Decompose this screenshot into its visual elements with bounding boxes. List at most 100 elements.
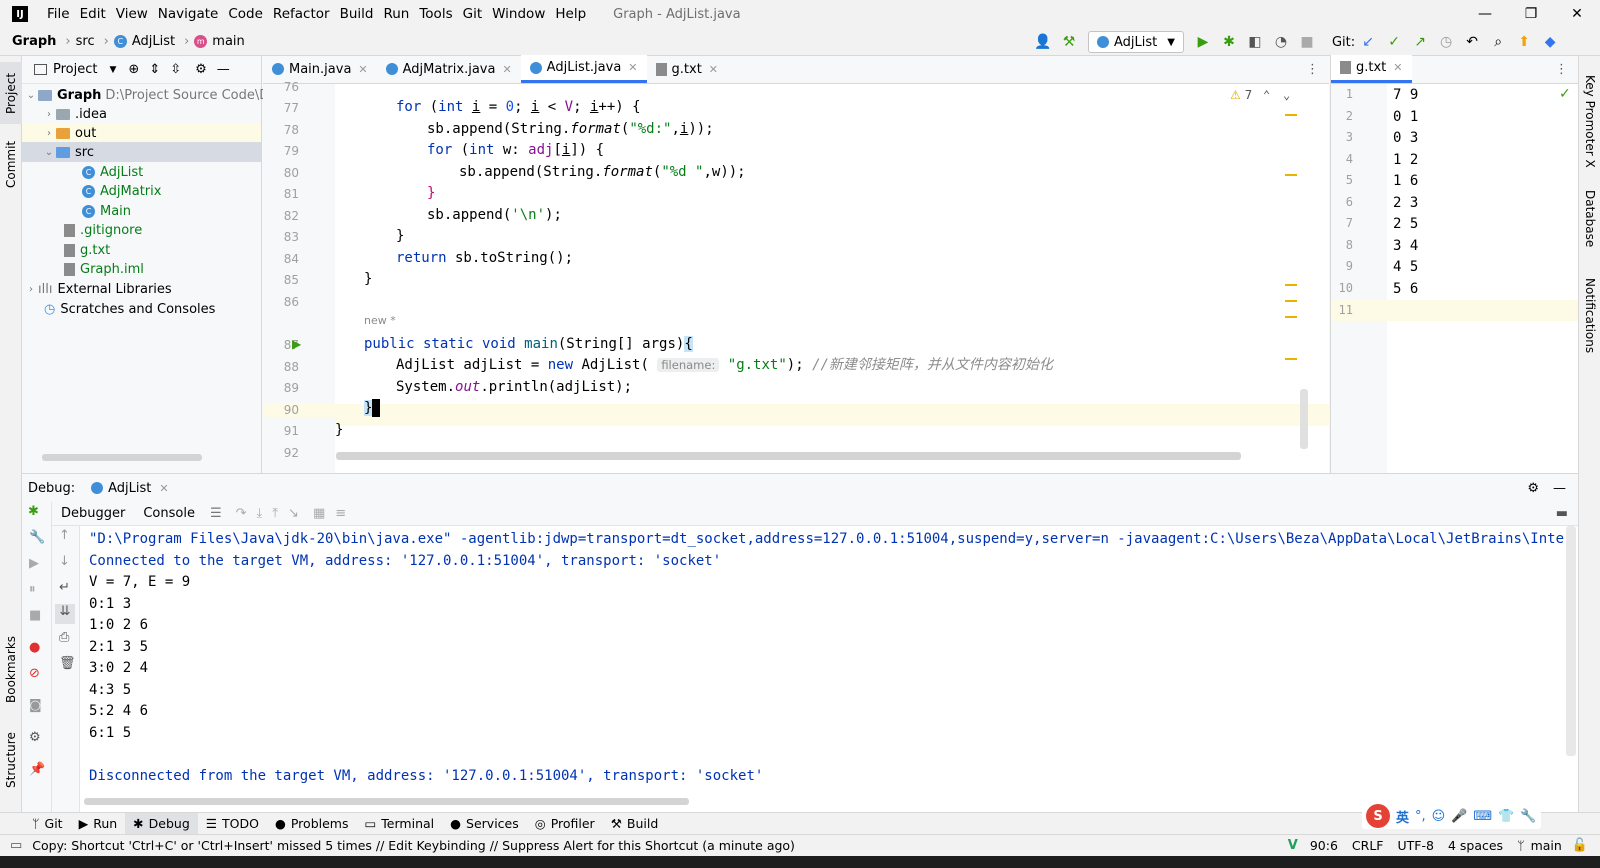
microphone-icon[interactable]: 🎤 xyxy=(1451,809,1467,824)
mute-breakpoints-icon[interactable]: ⊘ xyxy=(29,666,40,681)
indent-setting[interactable]: 4 spaces xyxy=(1448,838,1503,853)
ime-mode[interactable]: 英 xyxy=(1396,807,1409,826)
tree-item-gitignore[interactable]: .gitignore xyxy=(64,220,142,240)
menu-run[interactable]: Run xyxy=(378,6,414,22)
camera-icon[interactable]: ◙ xyxy=(29,698,42,713)
caret-position[interactable]: 90:6 xyxy=(1310,838,1338,853)
git-commit-icon[interactable]: ✓ xyxy=(1383,31,1405,53)
file-encoding[interactable]: UTF-8 xyxy=(1398,838,1434,853)
warning-icon[interactable]: ⚠ 7 xyxy=(1230,88,1252,102)
hide-icon[interactable]: — xyxy=(217,62,230,77)
services-tool-button[interactable]: ● Services xyxy=(442,813,527,835)
search-icon[interactable]: ⌕ xyxy=(1487,31,1509,53)
step-over-icon[interactable]: ↷ xyxy=(236,506,247,521)
close-icon[interactable]: ✕ xyxy=(1554,0,1600,28)
minimize-icon[interactable]: — xyxy=(1462,0,1508,28)
close-icon[interactable]: ✕ xyxy=(358,63,367,76)
close-icon[interactable]: ✕ xyxy=(159,482,168,495)
horizontal-scrollbar[interactable] xyxy=(336,452,1241,460)
more-icon[interactable]: ⋮ xyxy=(1306,62,1319,77)
collapse-all-icon[interactable]: ⇳ xyxy=(170,62,181,77)
arrow-down-icon[interactable]: ↓ xyxy=(59,554,70,569)
arrow-up-icon[interactable]: ↑ xyxy=(59,528,70,543)
more-icon[interactable]: ⋮ xyxy=(1555,62,1568,77)
git-tool-button[interactable]: ᛘ Git xyxy=(24,813,71,835)
tree-item-adjlist[interactable]: C AdjList xyxy=(82,162,143,182)
locate-icon[interactable]: ⊕ xyxy=(128,62,139,77)
trace-icon[interactable]: ≡ xyxy=(335,506,346,521)
tab-adjlist-java[interactable]: AdjList.java ✕ xyxy=(520,55,647,83)
warning-marker[interactable] xyxy=(1285,174,1297,176)
resume-icon[interactable]: ▶ xyxy=(29,556,39,571)
hammer-icon[interactable]: ⚒ xyxy=(1058,31,1080,53)
menu-navigate[interactable]: Navigate xyxy=(153,6,224,22)
maximize-icon[interactable]: ❐ xyxy=(1508,0,1554,28)
step-into-icon[interactable]: ⤓ xyxy=(257,506,263,521)
warning-marker[interactable] xyxy=(1285,300,1297,302)
terminal-tool-button[interactable]: ▭ Terminal xyxy=(356,813,442,835)
status-message[interactable]: Copy: Shortcut 'Ctrl+C' or 'Ctrl+Insert'… xyxy=(32,838,795,853)
update-icon[interactable]: ⬆ xyxy=(1513,31,1535,53)
run-to-cursor-icon[interactable]: ↘ xyxy=(288,506,299,521)
tree-item-graph-iml[interactable]: Graph.iml xyxy=(64,259,144,279)
vertical-scrollbar[interactable] xyxy=(1566,526,1576,756)
breadcrumb-adjlist[interactable]: AdjList xyxy=(132,34,175,49)
horizontal-scrollbar[interactable] xyxy=(84,798,689,805)
commit-tool-tab[interactable]: Commit xyxy=(0,134,22,194)
tab-debugger[interactable]: Debugger xyxy=(52,506,134,521)
stop-icon[interactable]: ■ xyxy=(1296,31,1318,53)
console-output[interactable]: "D:\Program Files\Java\jdk-20\bin\java.e… xyxy=(84,526,1564,806)
pause-icon[interactable]: ⏸ xyxy=(29,582,36,597)
debug-config-tab[interactable]: AdjList xyxy=(108,481,151,496)
pin-icon[interactable]: 📌 xyxy=(29,762,45,777)
run-icon[interactable]: ▶ xyxy=(1192,31,1214,53)
bookmarks-tool-tab[interactable]: Bookmarks xyxy=(0,624,22,714)
menu-help[interactable]: Help xyxy=(550,6,591,22)
build-tool-button[interactable]: ⚒ Build xyxy=(603,813,667,835)
menu-git[interactable]: Git xyxy=(458,6,488,22)
run-tool-button[interactable]: ▶ Run xyxy=(71,813,126,835)
horizontal-scrollbar[interactable] xyxy=(42,454,202,461)
vertical-scrollbar[interactable] xyxy=(1300,389,1308,449)
tree-item-idea[interactable]: › .idea xyxy=(42,104,107,124)
menu-view[interactable]: View xyxy=(111,6,153,22)
hide-icon[interactable]: — xyxy=(1553,481,1566,496)
settings-icon[interactable]: ⚙ xyxy=(195,62,207,77)
tab-console[interactable]: Console xyxy=(134,506,204,521)
print-icon[interactable]: ⎙ xyxy=(59,630,69,645)
history-icon[interactable]: ◷ xyxy=(1435,31,1457,53)
git-branch[interactable]: main xyxy=(1531,838,1562,853)
chevron-down-icon[interactable]: ⌄ xyxy=(1283,88,1290,102)
layout-icon[interactable]: ▬ xyxy=(1556,506,1568,521)
menu-window[interactable]: Window xyxy=(487,6,550,22)
project-title[interactable]: Project xyxy=(53,62,97,77)
ime-toolbar[interactable]: S 英 °, ☺ 🎤 ⌨ 👕 🔧 xyxy=(1362,803,1541,829)
key-promoter-tool-tab[interactable]: Key Promoter X xyxy=(1579,66,1600,176)
tree-item-adjmatrix[interactable]: C AdjMatrix xyxy=(82,181,161,201)
tree-item-gtxt[interactable]: g.txt xyxy=(64,240,110,260)
emoji-icon[interactable]: ☺ xyxy=(1432,809,1446,824)
wrench-icon[interactable]: 🔧 xyxy=(29,530,45,545)
debug-tool-button[interactable]: ✱ Debug xyxy=(125,812,198,835)
rerun-icon[interactable]: ✱ xyxy=(28,504,39,519)
scroll-to-end-icon[interactable]: ⇊ xyxy=(55,604,75,624)
breadcrumb-src[interactable]: src xyxy=(76,34,95,49)
chevron-down-icon[interactable]: ▼ xyxy=(109,65,116,75)
profile-icon[interactable]: ◔ xyxy=(1270,31,1292,53)
close-icon[interactable]: ✕ xyxy=(628,61,637,74)
menu-file[interactable]: File xyxy=(42,6,75,22)
tab-g-txt-split[interactable]: g.txt ✕ xyxy=(1331,55,1412,83)
settings-icon[interactable]: ⚙ xyxy=(29,730,41,745)
close-icon[interactable]: ✕ xyxy=(1393,61,1402,74)
coverage-icon[interactable]: ◧ xyxy=(1244,31,1266,53)
gtxt-content[interactable]: 1 2 3 4 5 6 7 8 9 10 11 7 9 0 1 0 3 1 2 … xyxy=(1331,84,1578,473)
breadcrumb-main[interactable]: main xyxy=(212,34,244,49)
menu-refactor[interactable]: Refactor xyxy=(268,6,335,22)
git-push-icon[interactable]: ↗ xyxy=(1409,31,1431,53)
tree-item-scratches[interactable]: ◷ Scratches and Consoles xyxy=(44,299,215,319)
problems-tool-button[interactable]: ● Problems xyxy=(267,813,357,835)
stop-icon[interactable]: ■ xyxy=(29,608,41,623)
project-tool-tab[interactable]: Project xyxy=(0,62,22,124)
tab-main-java[interactable]: Main.java ✕ xyxy=(263,55,377,83)
breadcrumb-graph[interactable]: Graph xyxy=(12,34,56,49)
